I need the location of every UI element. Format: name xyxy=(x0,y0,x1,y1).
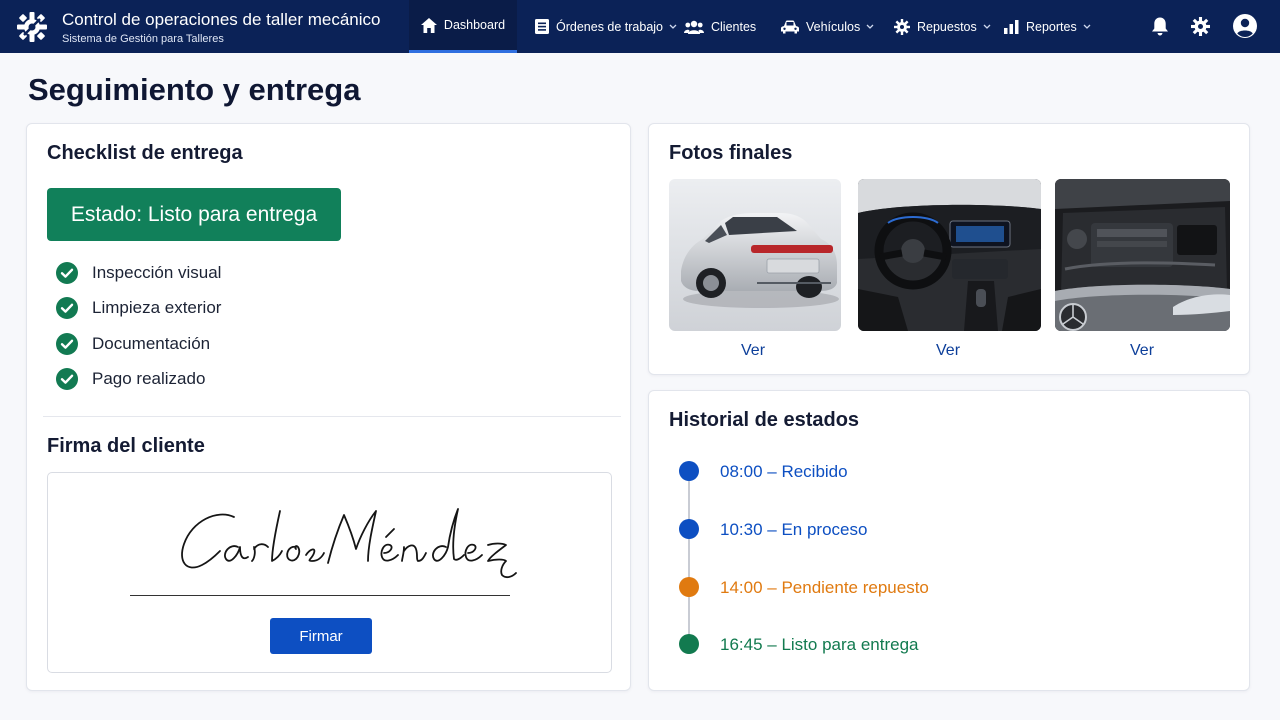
checklist-item[interactable]: Inspección visual xyxy=(56,261,221,285)
bar-chart-icon xyxy=(1004,19,1019,34)
settings-icon xyxy=(1190,16,1210,36)
chevron-down-icon xyxy=(669,24,677,29)
check-circle-icon xyxy=(56,368,78,390)
check-circle-icon xyxy=(56,333,78,355)
car-icon xyxy=(781,20,799,33)
nav-item-reportes[interactable]: Reportes xyxy=(1004,0,1091,53)
nav-label: Vehículos xyxy=(806,19,861,34)
photos-title: Fotos finales xyxy=(669,142,793,164)
nav-item-ordenes-de-trabajo[interactable]: Órdenes de trabajo xyxy=(535,0,677,53)
history-title: Historial de estados xyxy=(669,409,860,431)
timeline-dot xyxy=(679,634,699,654)
signature-name: Carlos Méndez xyxy=(48,473,49,474)
top-navbar: Control de operaciones de taller mecánic… xyxy=(0,0,1280,53)
handwritten-signature xyxy=(181,508,517,579)
nav-label: Repuestos xyxy=(917,19,977,34)
users-icon xyxy=(684,20,704,34)
page-title: Seguimiento y entrega xyxy=(28,72,361,107)
gear-icon xyxy=(894,18,910,35)
app-subtitle: Sistema de Gestión para Talleres xyxy=(62,33,224,45)
nav-label: Dashboard xyxy=(443,18,506,32)
user-menu-button[interactable] xyxy=(1232,13,1258,39)
car-interior-image xyxy=(858,179,1041,331)
checklist-item[interactable]: Pago realizado xyxy=(56,367,205,391)
check-circle-icon xyxy=(56,262,78,284)
nav-item-dashboard[interactable]: Dashboard xyxy=(409,0,517,53)
section-divider xyxy=(43,416,621,417)
user-avatar-icon xyxy=(1233,14,1257,38)
timeline-dot xyxy=(679,577,699,597)
nav-label: Clientes xyxy=(711,19,757,34)
check-circle-icon xyxy=(56,297,78,319)
chevron-down-icon xyxy=(1083,24,1091,29)
gear-wrench-logo-icon[interactable] xyxy=(14,9,50,45)
nav-label: Reportes xyxy=(1026,19,1077,34)
photo-interior-dashboard[interactable] xyxy=(858,179,1041,331)
chevron-down-icon xyxy=(866,24,874,29)
engine-bay-image xyxy=(1055,179,1230,331)
settings-button[interactable] xyxy=(1188,14,1212,38)
sign-button[interactable]: Firmar xyxy=(270,618,372,654)
nav-item-repuestos[interactable]: Repuestos xyxy=(894,0,991,53)
bell-icon xyxy=(1152,17,1168,35)
signature-title: Firma del cliente xyxy=(47,435,205,457)
checklist-title: Checklist de entrega xyxy=(47,142,243,164)
chevron-down-icon xyxy=(983,24,991,29)
photo-engine-bay[interactable] xyxy=(1055,179,1230,331)
checklist-item-label: Inspección visual xyxy=(92,263,222,282)
checklist-card: Checklist de entrega Estado: Listo para … xyxy=(26,123,631,691)
signature-pad[interactable]: Carlos Méndez Firmar xyxy=(47,472,612,673)
nav-item-clientes[interactable]: Clientes xyxy=(684,0,756,53)
nav-label: Órdenes de trabajo xyxy=(556,19,664,34)
photo-rear-exterior[interactable] xyxy=(669,179,841,331)
checklist-item-label: Limpieza exterior xyxy=(92,298,222,317)
signature-line xyxy=(130,595,510,596)
view-photo-link[interactable]: Ver xyxy=(936,342,960,360)
timeline-event: 14:00 – Pendiente repuesto xyxy=(720,578,929,597)
home-icon xyxy=(420,17,437,33)
app-title: Control de operaciones de taller mecánic… xyxy=(62,10,381,29)
view-photo-link[interactable]: Ver xyxy=(1130,342,1154,360)
view-photo-link[interactable]: Ver xyxy=(741,342,765,360)
list-icon xyxy=(535,19,549,34)
nav-item-vehiculos[interactable]: Vehículos xyxy=(781,0,874,53)
timeline-event: 16:45 – Listo para entrega xyxy=(720,635,919,654)
timeline-dot xyxy=(679,519,699,539)
checklist-item[interactable]: Limpieza exterior xyxy=(56,296,221,320)
timeline-event: 10:30 – En proceso xyxy=(720,520,868,539)
status-history-card: Historial de estados 08:00 – Recibido 10… xyxy=(648,390,1250,691)
checklist-item-label: Pago realizado xyxy=(92,369,206,388)
timeline-event: 08:00 – Recibido xyxy=(720,462,848,481)
status-badge: Estado: Listo para entrega xyxy=(47,188,341,241)
photos-card: Fotos finales Ver Ver Ver xyxy=(648,123,1250,375)
car-rear-image xyxy=(669,179,841,331)
notifications-button[interactable] xyxy=(1148,14,1172,38)
checklist-item-label: Documentación xyxy=(92,334,211,353)
timeline-dot xyxy=(679,461,699,481)
timeline-line xyxy=(688,471,690,647)
checklist-item[interactable]: Documentación xyxy=(56,332,210,356)
